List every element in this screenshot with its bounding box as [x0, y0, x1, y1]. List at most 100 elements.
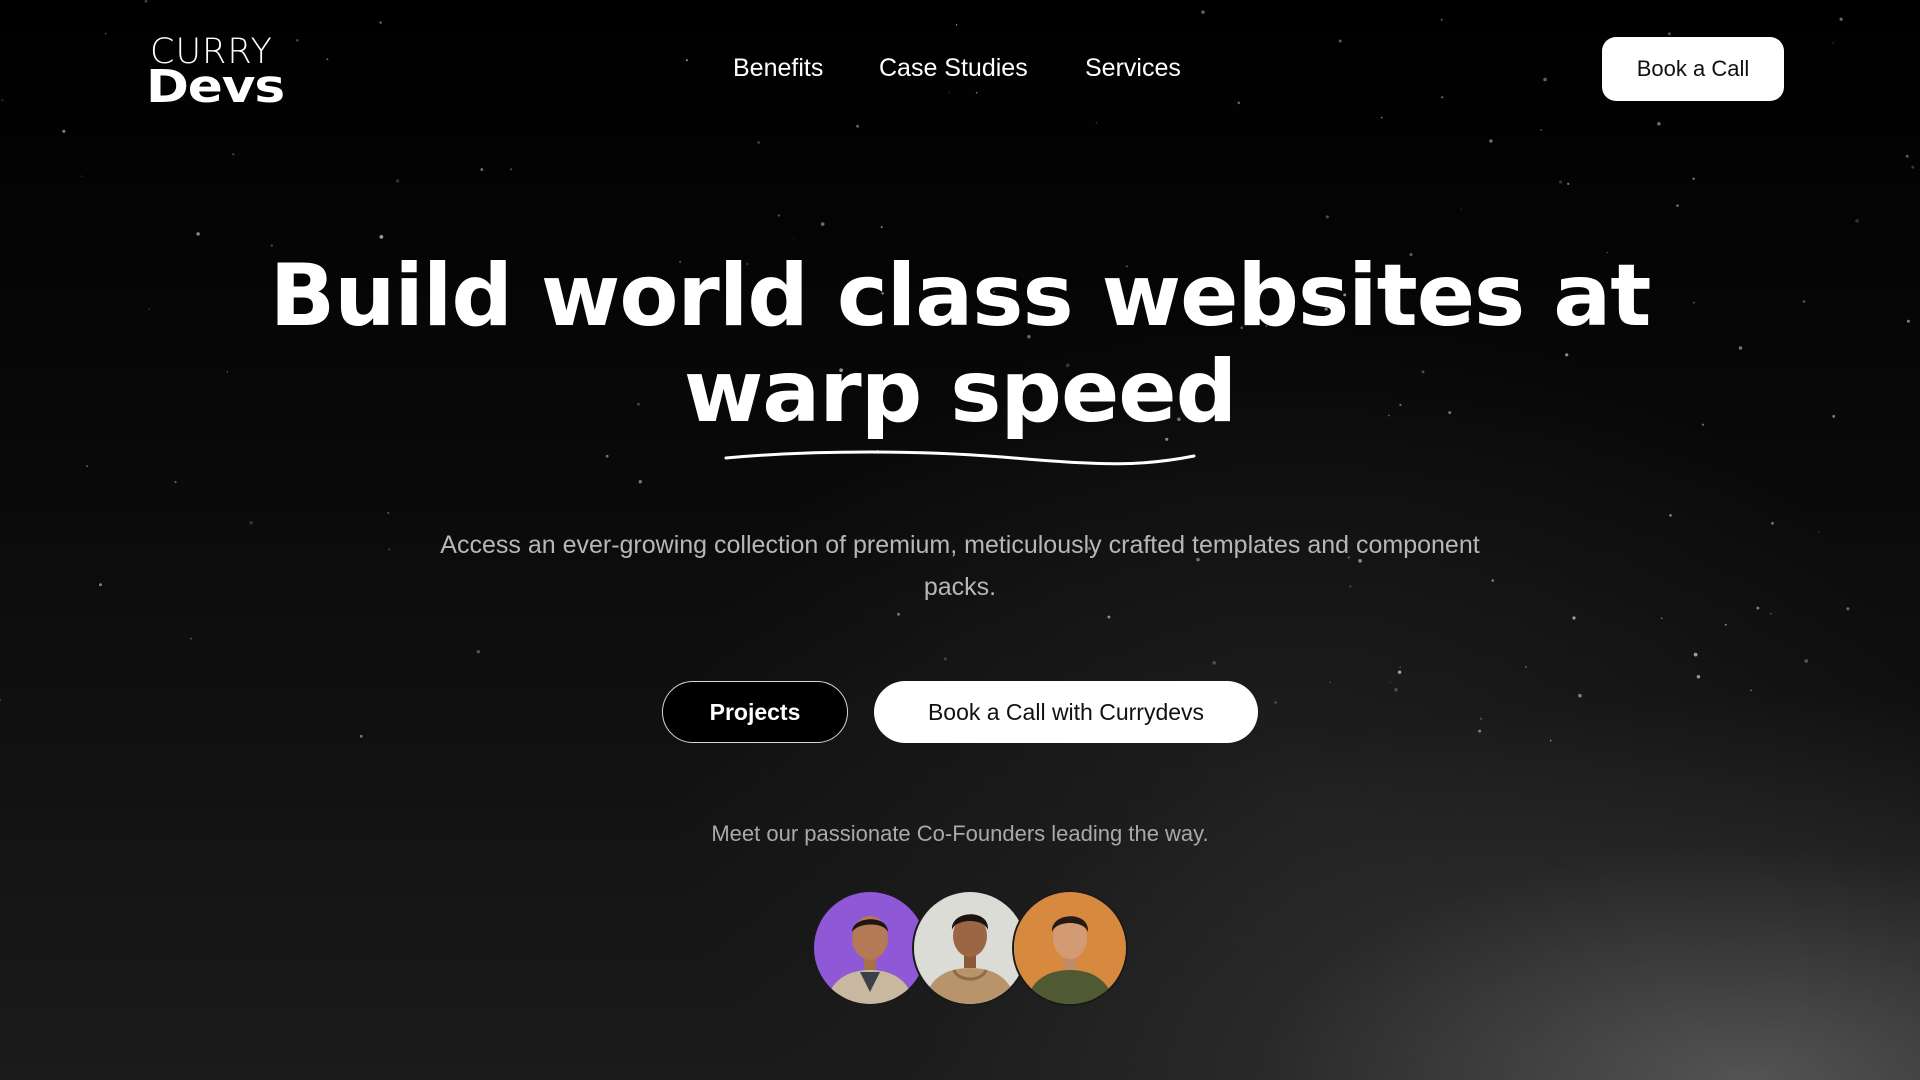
nav-item-benefits[interactable]: Benefits [733, 50, 823, 86]
headline-line-2: warp speed [683, 342, 1237, 442]
star [0, 698, 2, 701]
star [379, 21, 382, 24]
star [1846, 607, 1850, 611]
star [1818, 531, 1820, 533]
star [1489, 139, 1493, 143]
star [1832, 42, 1834, 44]
star [1770, 612, 1772, 615]
star [1478, 729, 1482, 733]
star [605, 454, 609, 458]
star [1479, 717, 1483, 721]
star [1549, 739, 1552, 742]
star [1212, 661, 1216, 665]
star [856, 124, 860, 128]
nav-item-case-studies[interactable]: Case Studies [879, 50, 1028, 86]
star [820, 222, 825, 226]
star [104, 32, 107, 35]
star [1724, 623, 1727, 626]
star [1567, 182, 1570, 185]
star [1274, 701, 1277, 704]
star [1749, 689, 1753, 692]
cofounder-avatar-3[interactable] [1012, 890, 1128, 1006]
star [975, 91, 978, 94]
star [1389, 681, 1391, 684]
star [1693, 652, 1698, 657]
star [1440, 18, 1443, 21]
book-call-with-currydevs-button[interactable]: Book a Call with Currydevs [874, 681, 1258, 743]
star [86, 465, 88, 467]
star [1107, 615, 1111, 619]
star [1394, 688, 1398, 692]
star [1, 99, 4, 102]
star [943, 657, 947, 661]
star [1911, 165, 1915, 169]
star [480, 168, 484, 171]
star [955, 24, 958, 26]
star [1676, 204, 1679, 208]
star [510, 168, 513, 171]
star [387, 511, 390, 514]
star [1558, 180, 1563, 184]
star [1525, 666, 1527, 668]
nav-item-services[interactable]: Services [1085, 50, 1181, 86]
star [296, 39, 299, 42]
star [1696, 675, 1701, 679]
star [777, 214, 780, 217]
hero-subtitle: Access an ever-growing collection of pre… [380, 524, 1540, 608]
star [144, 0, 148, 3]
star [1237, 101, 1241, 105]
star [1657, 122, 1661, 126]
star [1692, 177, 1695, 180]
star [1572, 616, 1576, 620]
star [1804, 659, 1809, 663]
cofounder-avatar-1[interactable] [812, 890, 928, 1006]
star [793, 238, 795, 240]
headline-underline-stroke [724, 450, 1196, 466]
hero-headline: Build world class websites at warp speed [0, 248, 1920, 440]
star [190, 637, 193, 640]
star [174, 480, 177, 484]
star [249, 521, 253, 525]
star [379, 235, 384, 239]
star [1905, 154, 1909, 158]
subtitle-line-2: packs. [923, 573, 997, 601]
star [1441, 96, 1444, 99]
star [1338, 39, 1342, 43]
star [1325, 215, 1329, 219]
star [1540, 129, 1542, 131]
star [880, 226, 883, 229]
star [1839, 17, 1843, 21]
star [1460, 208, 1463, 210]
star [1667, 32, 1671, 36]
star [1381, 116, 1383, 119]
cofounder-avatar-2[interactable] [912, 890, 1028, 1006]
star [476, 650, 480, 654]
book-call-button[interactable]: Book a Call [1602, 37, 1784, 101]
star [62, 129, 66, 133]
star [1660, 617, 1663, 620]
cofounders-caption: Meet our passionate Co-Founders leading … [711, 821, 1209, 846]
star [80, 175, 83, 178]
star [196, 232, 200, 236]
star [232, 153, 235, 156]
star [948, 92, 950, 94]
star [1669, 514, 1672, 517]
star [359, 734, 363, 738]
star [638, 480, 643, 484]
star [395, 179, 400, 183]
star [1329, 681, 1332, 684]
star [757, 141, 760, 144]
star [1399, 666, 1401, 668]
subtitle-line-1: Access an ever-growing collection of pre… [440, 531, 1480, 559]
star [1201, 10, 1205, 14]
star [1756, 606, 1760, 610]
star [1578, 693, 1582, 698]
star [896, 612, 901, 616]
star [1397, 670, 1402, 674]
headline-line-1: Build world class websites at [269, 246, 1652, 346]
star [1095, 121, 1098, 124]
projects-button[interactable]: Projects [662, 681, 848, 743]
star [1855, 219, 1859, 223]
star [98, 583, 103, 587]
star [1771, 521, 1774, 525]
